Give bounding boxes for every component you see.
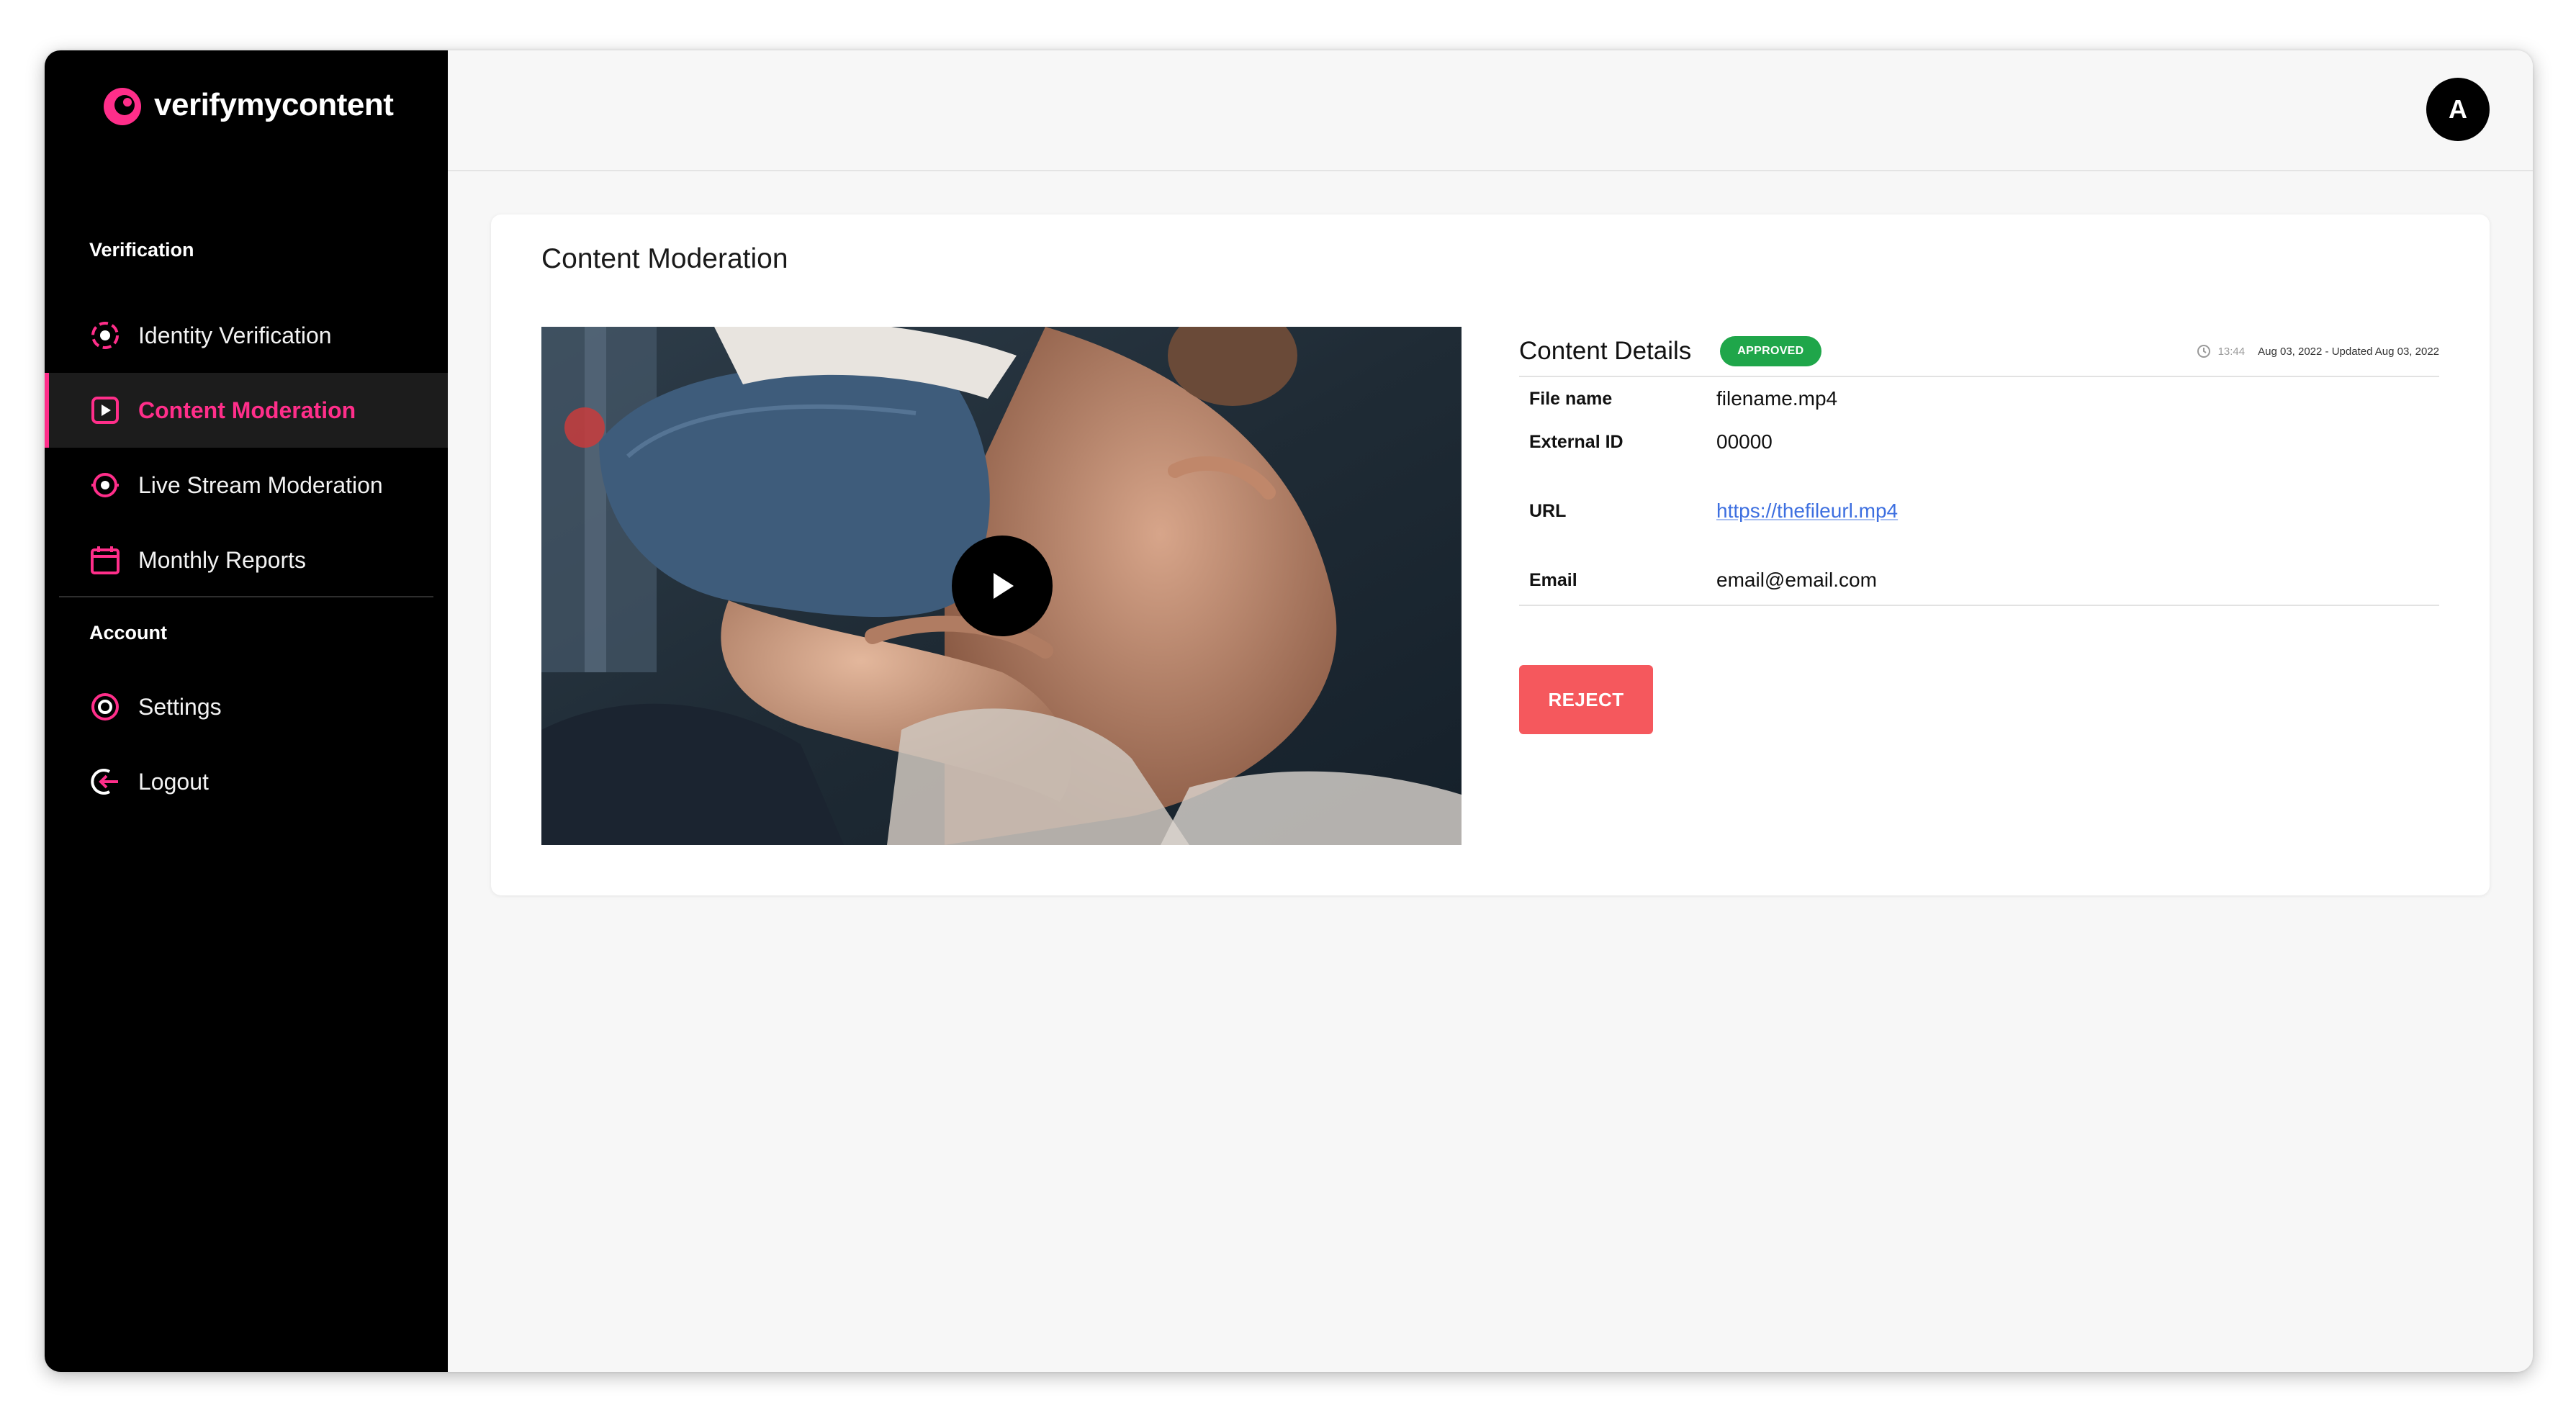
top-bar: A (448, 50, 2533, 171)
detail-label: External ID (1529, 431, 1623, 452)
detail-row-url: URL https://thefileurl.mp4 (1529, 500, 1898, 523)
sidebar-item-settings[interactable]: Settings (45, 669, 448, 744)
logo-icon (104, 88, 141, 125)
sidebar-item-label: Identity Verification (138, 322, 332, 348)
detail-row-email: Email email@email.com (1529, 569, 1877, 592)
timestamps: 13:44 Aug 03, 2022 - Updated Aug 03, 202… (2197, 344, 2439, 358)
brand-logo[interactable]: verifymycontent (101, 82, 394, 128)
detail-row-file-name: File name filename.mp4 (1529, 387, 1837, 410)
detail-label: Email (1529, 569, 1577, 590)
video-player[interactable] (541, 327, 1462, 845)
dates-text: Aug 03, 2022 - Updated Aug 03, 2022 (2258, 345, 2439, 358)
details-divider (1519, 605, 2439, 606)
detail-label: URL (1529, 500, 1567, 521)
avatar[interactable]: A (2426, 78, 2490, 141)
content-card: Content Moderation Content Details APPRO… (491, 214, 2490, 895)
logout-icon (91, 769, 118, 795)
sidebar-item-label: Settings (138, 693, 222, 720)
brand-name: verifymycontent (154, 87, 394, 122)
detail-label: File name (1529, 388, 1613, 409)
app-window: verifymycontent Verification Identity Ve… (45, 50, 2533, 1372)
detail-value: filename.mp4 (1716, 387, 1838, 410)
play-icon (994, 573, 1014, 599)
details-header: Content Details APPROVED 13:44 Aug 03, 2… (1519, 327, 2439, 377)
content-moderation-icon (91, 397, 119, 424)
sidebar-item-label: Logout (138, 768, 209, 795)
sidebar-item-label: Monthly Reports (138, 546, 306, 573)
sidebar-item-monthly-reports[interactable]: Monthly Reports (45, 523, 448, 597)
status-badge: APPROVED (1720, 336, 1821, 366)
clock-icon (2197, 345, 2210, 358)
content-details-panel: Content Details APPROVED 13:44 Aug 03, 2… (1519, 327, 2439, 734)
identity-verification-icon (91, 322, 119, 349)
sidebar-item-logout[interactable]: Logout (45, 744, 448, 819)
sidebar-item-identity-verification[interactable]: Identity Verification (45, 298, 448, 373)
sidebar-divider (59, 596, 433, 597)
play-button[interactable] (952, 536, 1053, 636)
sidebar-item-label: Content Moderation (138, 397, 356, 423)
sidebar-item-label: Live Stream Moderation (138, 471, 383, 498)
sidebar-item-live-stream-moderation[interactable]: Live Stream Moderation (45, 448, 448, 523)
sidebar-item-content-moderation[interactable]: Content Moderation (45, 373, 448, 448)
reject-button[interactable]: REJECT (1519, 665, 1653, 734)
page-title: Content Moderation (541, 243, 788, 274)
sidebar: verifymycontent Verification Identity Ve… (45, 50, 448, 1372)
settings-icon (91, 693, 119, 720)
section-label-account: Account (89, 622, 167, 643)
detail-value: 00000 (1716, 430, 1773, 453)
detail-value: email@email.com (1716, 569, 1877, 591)
url-link[interactable]: https://thefileurl.mp4 (1716, 500, 1898, 523)
details-title: Content Details (1519, 337, 1692, 365)
calendar-icon (91, 546, 120, 574)
section-label-verification: Verification (89, 239, 194, 261)
detail-row-external-id: External ID 00000 (1529, 430, 1773, 453)
time-text: 13:44 (2217, 345, 2246, 358)
live-stream-icon (91, 473, 119, 497)
